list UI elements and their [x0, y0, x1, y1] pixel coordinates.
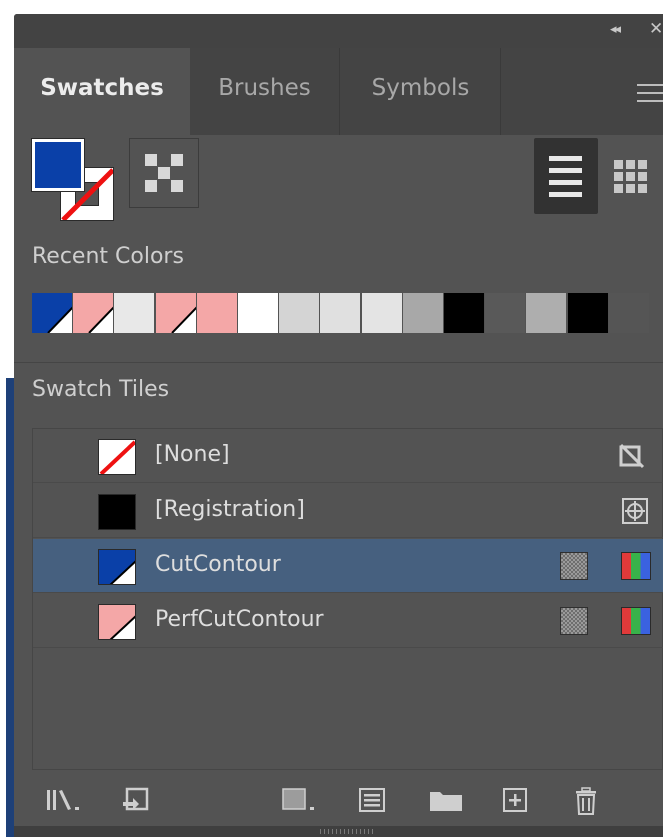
fill-swatch[interactable]: [31, 138, 85, 192]
global-color-icon: [560, 552, 588, 580]
tab-symbols[interactable]: Symbols: [341, 48, 501, 135]
swatch-name: CutContour: [155, 552, 281, 577]
list-item[interactable]: PerfCutContour: [33, 594, 663, 648]
list-item[interactable]: [Registration]: [33, 484, 663, 538]
tab-swatches[interactable]: Swatches: [14, 48, 190, 135]
registration-target-icon: [622, 498, 648, 524]
delete-swatch-icon[interactable]: [572, 786, 600, 816]
none-chip: [98, 439, 136, 475]
swatch-name: PerfCutContour: [155, 607, 324, 632]
bottom-toolbar: [14, 770, 663, 826]
pattern-dot: [145, 154, 157, 166]
close-icon[interactable]: ✕: [649, 19, 663, 39]
swatch-tiles-label: Swatch Tiles: [32, 377, 170, 402]
list-item-selected[interactable]: CutContour: [33, 539, 663, 593]
tab-brushes[interactable]: Brushes: [190, 48, 340, 135]
panel-title-bar[interactable]: ◂◂ ✕: [14, 14, 663, 48]
fill-stroke-control[interactable]: [31, 138, 116, 223]
recent-color-swatch[interactable]: [568, 293, 609, 333]
swatch-libraries-menu-icon[interactable]: [45, 786, 91, 814]
swatch-name: [None]: [155, 442, 230, 467]
panel-resize-bar[interactable]: [14, 826, 663, 837]
pattern-dot: [158, 167, 170, 179]
recent-color-swatch[interactable]: [73, 293, 114, 333]
place-swatches-icon[interactable]: [120, 786, 152, 814]
perfcutcontour-chip: [98, 604, 136, 640]
recent-color-swatch[interactable]: [156, 293, 197, 333]
resize-grip[interactable]: [320, 829, 376, 834]
registration-chip: [98, 494, 136, 530]
recent-color-swatch[interactable]: [403, 293, 444, 333]
pattern-dot: [145, 180, 157, 192]
recent-color-swatch[interactable]: [320, 293, 361, 333]
tab-bar: Swatches Brushes Symbols: [14, 48, 663, 135]
recent-color-swatch[interactable]: [444, 293, 485, 333]
divider: [14, 362, 663, 363]
hamburger-menu-icon[interactable]: [637, 84, 663, 108]
list-view-button[interactable]: [534, 138, 598, 214]
swatch-list: [None] [Registration] CutContour PerfCut…: [32, 428, 663, 770]
new-swatch-icon[interactable]: [501, 786, 529, 814]
pattern-dot: [171, 180, 183, 192]
cutcontour-chip: [98, 549, 136, 585]
no-edit-icon: [619, 443, 645, 469]
swatch-name: [Registration]: [155, 497, 305, 522]
recent-color-swatch[interactable]: [32, 293, 73, 333]
global-color-icon: [560, 607, 588, 635]
recent-color-swatch[interactable]: [279, 293, 320, 333]
swatches-panel: ◂◂ ✕ Swatches Brushes Symbols Recent Col…: [14, 14, 663, 837]
background-top: [0, 0, 663, 14]
recent-color-swatch[interactable]: [238, 293, 279, 333]
recent-color-swatch[interactable]: [362, 293, 403, 333]
recent-color-swatch[interactable]: [526, 293, 567, 333]
recent-colors-label: Recent Colors: [32, 244, 184, 269]
recent-color-swatch[interactable]: [485, 293, 526, 333]
pattern-dot: [171, 154, 183, 166]
new-color-group-icon[interactable]: [428, 786, 464, 814]
spot-color-icon: [621, 552, 651, 580]
window-edge: [6, 378, 14, 837]
spot-color-icon: [621, 607, 651, 635]
recent-color-swatch[interactable]: [114, 293, 155, 333]
grid-view-button[interactable]: [598, 138, 663, 214]
recent-color-swatch[interactable]: [609, 293, 650, 333]
swatch-options-icon[interactable]: [357, 786, 387, 814]
double-chevron-left-icon[interactable]: ◂◂: [610, 22, 621, 37]
list-item[interactable]: [None]: [33, 429, 663, 483]
show-swatch-kinds-menu-icon[interactable]: [281, 786, 325, 814]
recent-color-swatch[interactable]: [197, 293, 238, 333]
pattern-swatch-button[interactable]: [129, 138, 199, 208]
